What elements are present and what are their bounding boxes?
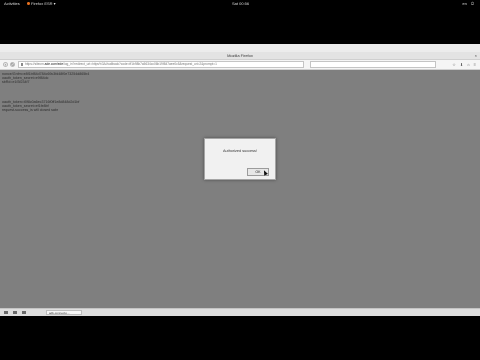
url-path: /log_in?redirect_uri=https%3A//callback?… <box>63 62 217 66</box>
search-input[interactable] <box>310 61 436 68</box>
back-button[interactable]: ‹ <box>3 62 8 67</box>
status-icons <box>4 311 26 314</box>
window-title: Mozilla Firefox <box>227 53 253 58</box>
downloads-icon[interactable]: ⬇ <box>460 62 463 67</box>
power-icon[interactable]: ⏻ <box>471 1 474 6</box>
firefox-icon <box>27 2 30 5</box>
url-domain: ade.com/ede <box>44 62 64 66</box>
app-menu[interactable]: Firefox ESR ▾ <box>27 1 56 6</box>
chevron-down-icon: ▾ <box>53 1 56 6</box>
response-block-2: oauth_token=t0f8c0a6ec3716f0ff1e8d848d2d… <box>2 100 79 113</box>
gnome-top-bar: Activities Firefox ESR ▾ Sat 00:56 en ⏻ <box>0 0 480 8</box>
text-line: request-success_is will closed sabr <box>2 108 59 113</box>
keyboard-layout-indicator[interactable]: en <box>462 1 466 6</box>
bookmark-star-icon[interactable]: ☆ <box>452 62 456 67</box>
lock-icon <box>21 63 23 66</box>
text-line: sbRd=e1f3f234f7 <box>2 80 30 85</box>
status-bar: adk-connecto... <box>0 308 480 316</box>
activities-button[interactable]: Activities <box>4 1 20 6</box>
dialog-message: Authorized success! <box>223 149 257 153</box>
firefox-window: Mozilla Firefox × ‹ ↻ https://sitecm.ade… <box>0 44 480 316</box>
window-icon[interactable] <box>13 311 17 314</box>
home-icon[interactable]: ⌂ <box>467 62 469 67</box>
clock[interactable]: Sat 00:56 <box>232 1 249 6</box>
status-text: adk-connecto... <box>46 310 82 315</box>
url-bar[interactable]: https://sitecm.ade.com/ede/log_in?redire… <box>18 61 304 68</box>
system-tray[interactable]: en ⏻ <box>462 1 474 6</box>
window-icon[interactable] <box>4 311 8 314</box>
response-block-1: nonce/Gnfm=e8f1bf84d784c69c3fd48f0e73254… <box>2 72 89 85</box>
navigation-toolbar: ‹ ↻ https://sitecm.ade.com/ede/log_in?re… <box>0 60 480 70</box>
close-icon[interactable]: × <box>475 53 477 58</box>
window-titlebar[interactable]: Mozilla Firefox × <box>0 52 480 60</box>
reload-button[interactable]: ↻ <box>10 62 15 67</box>
toolbar-icons: ☆ ⬇ ⌂ ≡ <box>452 62 476 67</box>
url-prefix: https://sitecm. <box>25 62 45 66</box>
page-content: nonce/Gnfm=e8f1bf84d784c69c3fd48f0e73254… <box>0 70 480 308</box>
menu-icon[interactable]: ≡ <box>474 62 476 67</box>
window-icon[interactable] <box>22 311 26 314</box>
app-menu-label: Firefox ESR <box>31 1 53 6</box>
